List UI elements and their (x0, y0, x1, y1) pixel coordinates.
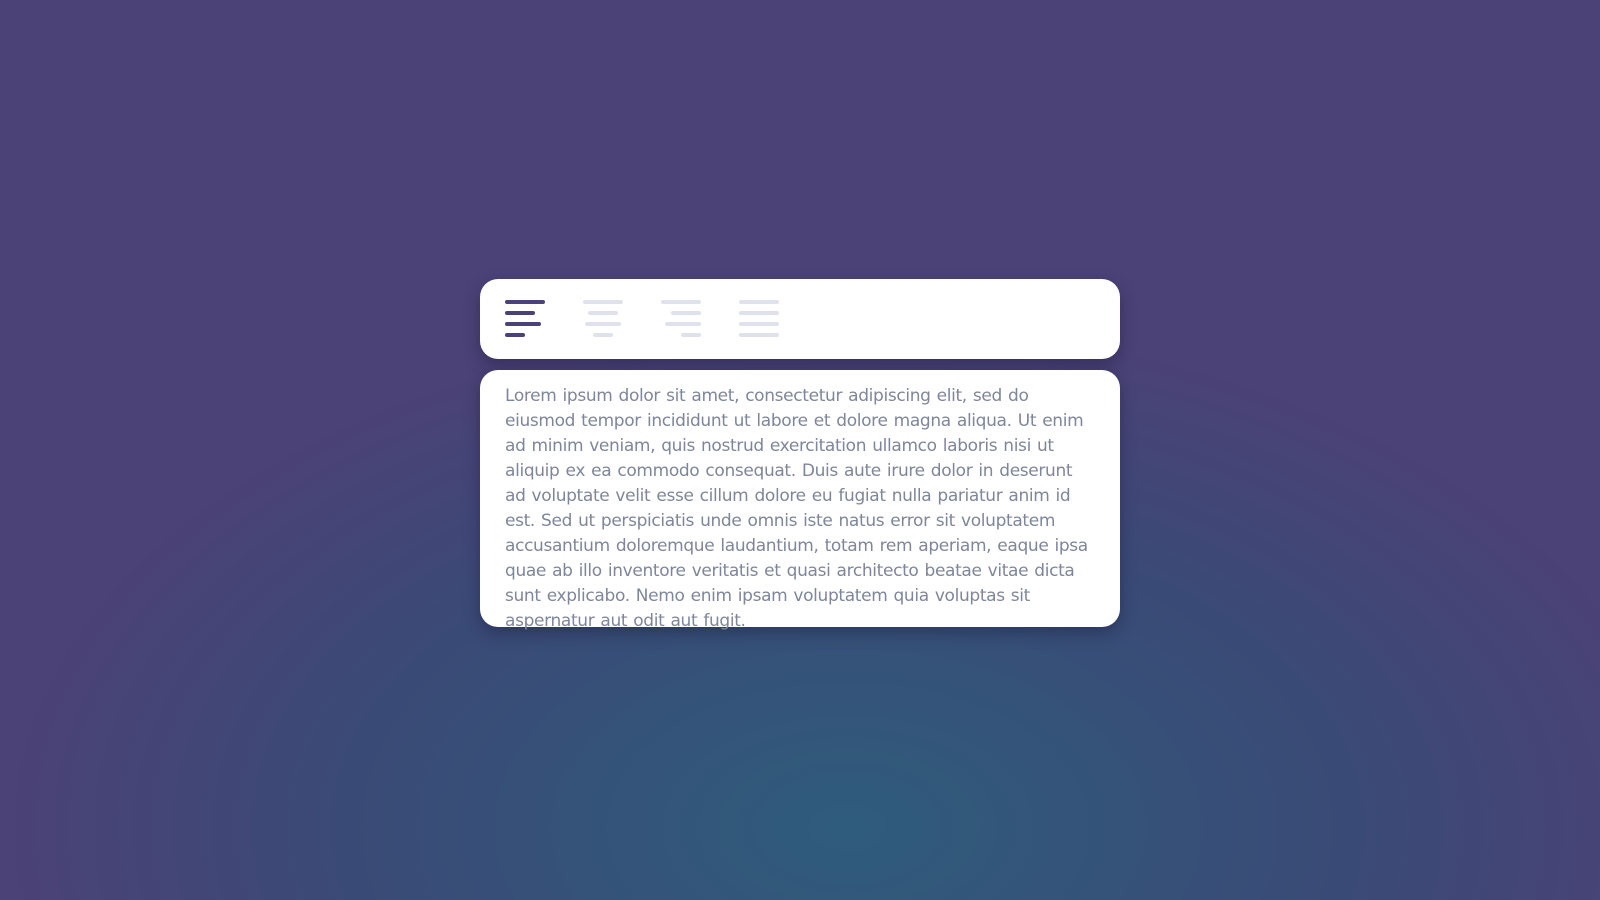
editor-text[interactable]: Lorem ipsum dolor sit amet, consectetur … (505, 384, 1090, 634)
align-right-icon (661, 300, 701, 337)
align-justify-button[interactable] (739, 299, 779, 339)
alignment-toolbar (480, 279, 1120, 359)
align-justify-icon (739, 300, 779, 337)
align-right-button[interactable] (661, 299, 701, 339)
align-center-button[interactable] (583, 299, 623, 339)
align-left-icon (505, 300, 545, 337)
text-editor[interactable]: Lorem ipsum dolor sit amet, consectetur … (480, 370, 1120, 631)
align-center-icon (583, 300, 623, 337)
align-left-button[interactable] (505, 299, 545, 339)
